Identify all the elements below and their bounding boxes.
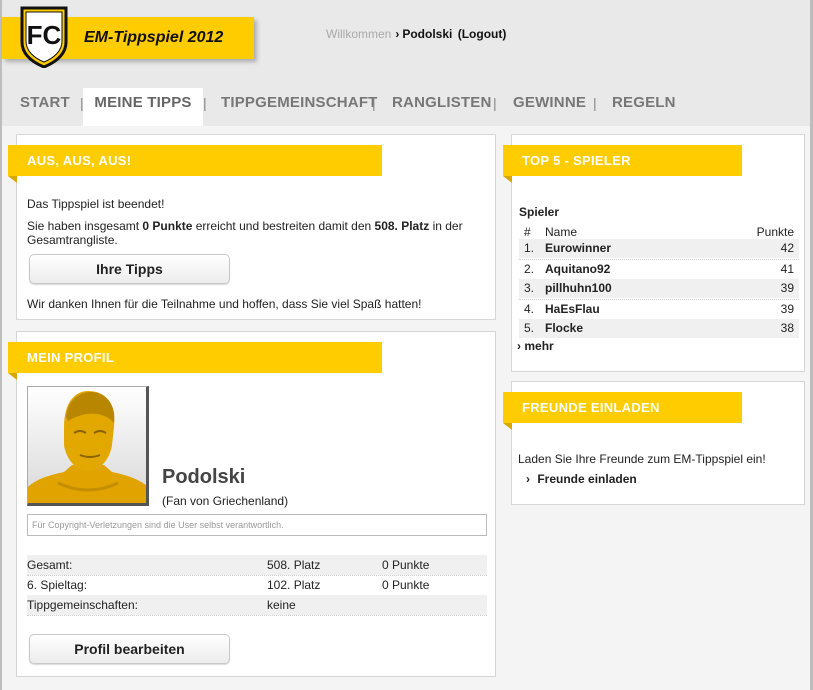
nav-meine-tipps[interactable]: MEINE TIPPS [83,88,203,126]
result-text: in der [429,219,463,233]
avatar [27,386,149,506]
invite-box-title: FREUNDE EINLADEN [503,392,742,430]
row-points: 39 [780,302,794,316]
more-label: mehr [524,339,554,353]
thanks-text: Wir danken Ihnen für die Teilnahme und h… [27,297,422,311]
user-portrait-icon [28,391,146,503]
your-tips-button[interactable]: Ihre Tipps [29,254,230,284]
table-row[interactable]: 3. pillhuhn100 39 [519,279,799,298]
site-title: EM-Tippspiel 2012 [84,29,224,46]
stat-label: Tippgemeinschaften: [27,598,138,612]
result-rank: 508. Platz [374,219,430,233]
chevron-right-icon: › [526,472,530,486]
logo-small-text: Deutsche Post [28,7,48,11]
result-text: erreicht und bestreiten damit den [192,219,375,233]
invite-friends-link[interactable]: › Freunde einladen [526,472,637,486]
row-points: 41 [780,262,794,276]
row-name: HaEsFlau [545,302,600,316]
nav-regeln[interactable]: REGELN [612,88,676,126]
row-points: 39 [780,281,794,295]
end-message: Das Tippspiel ist beendet! [27,197,165,211]
invite-text: Laden Sie Ihre Freunde zum EM-Tippspiel … [518,452,766,466]
profile-fan: (Fan von Griechenland) [162,494,289,508]
row-name: Aquitano92 [545,262,611,276]
logout-link[interactable]: (Logout) [458,27,507,41]
row-num: 2. [524,262,535,276]
table-row[interactable]: 5. Flocke 38 [519,319,799,338]
invite-link-label: Freunde einladen [537,472,637,486]
stat-points: 0 Punkte [382,558,430,572]
chevron-right-icon: › [517,339,521,353]
nav-separator: | [372,95,376,111]
nav-separator: | [593,95,597,111]
username: Podolski [402,27,453,41]
result-line-2: Gesamtrangliste. [27,233,118,247]
row-name: Eurowinner [545,241,612,255]
top5-subtitle: Spieler [519,205,560,219]
row-points: 38 [780,321,794,335]
row-name: pillhuhn100 [545,281,612,295]
chevron-right-icon: › [395,27,400,41]
main-nav: START | MEINE TIPPS | TIPPGEMEINSCHAFT |… [2,88,810,126]
more-link[interactable]: › mehr [517,339,554,353]
nav-separator: | [203,95,207,111]
divider [27,615,487,616]
edit-profile-button[interactable]: Profil bearbeiten [29,634,230,664]
stat-rank: keine [267,598,296,612]
stat-row: 6. Spieltag: 102. Platz 0 Punkte [27,575,487,595]
logo-text: FC [27,20,62,50]
row-num: 1. [524,241,535,255]
nav-separator: | [493,95,497,111]
stat-row: Tippgemeinschaften: keine [27,595,487,615]
row-num: 4. [524,302,535,316]
table-row[interactable]: 2. Aquitano92 41 [519,259,799,278]
nav-gewinne[interactable]: GEWINNE [513,88,586,126]
result-points: 0 Punkte [142,219,193,233]
end-box-title: AUS, AUS, AUS! [8,145,382,183]
profile-box-title: MEIN PROFIL [8,342,382,380]
fc-logo[interactable]: Deutsche Post FC [20,6,68,69]
top5-box-title: TOP 5 - SPIELER [503,145,742,183]
table-row[interactable]: 1. Eurowinner 42 [519,239,799,258]
result-text: Sie haben insgesamt [27,219,143,233]
nav-tippgemeinschaft[interactable]: TIPPGEMEINSCHAFT [221,88,378,126]
nav-start[interactable]: START [20,88,70,126]
copyright-notice: Für Copyright-Verletzungen sind die User… [27,514,487,536]
nav-ranglisten[interactable]: RANGLISTEN [392,88,492,126]
welcome-bar: Willkommen › Podolski (Logout) [326,27,506,41]
stat-row: Gesamt: 508. Platz 0 Punkte [27,555,487,575]
row-name: Flocke [545,321,584,335]
end-box: AUS, AUS, AUS! Das Tippspiel ist beendet… [8,134,496,320]
row-num: 5. [524,321,535,335]
profile-name: Podolski [162,466,246,488]
table-row[interactable]: 4. HaEsFlau 39 [519,299,799,318]
top5-box: TOP 5 - SPIELER Spieler # Name Punkte 1.… [503,134,805,372]
stat-rank: 102. Platz [267,578,321,592]
stat-label: 6. Spieltag: [27,578,88,592]
row-points: 42 [780,241,794,255]
stat-points: 0 Punkte [382,578,430,592]
profile-box: MEIN PROFIL Podolski (Fan von Griechenla… [8,331,496,677]
invite-box: FREUNDE EINLADEN Laden Sie Ihre Freunde … [503,381,805,505]
result-line: Sie haben insgesamt 0 Punkte erreicht un… [27,219,487,233]
welcome-text: Willkommen [326,27,392,41]
row-num: 3. [524,281,535,295]
stat-label: Gesamt: [27,558,73,572]
stat-rank: 508. Platz [267,558,321,572]
